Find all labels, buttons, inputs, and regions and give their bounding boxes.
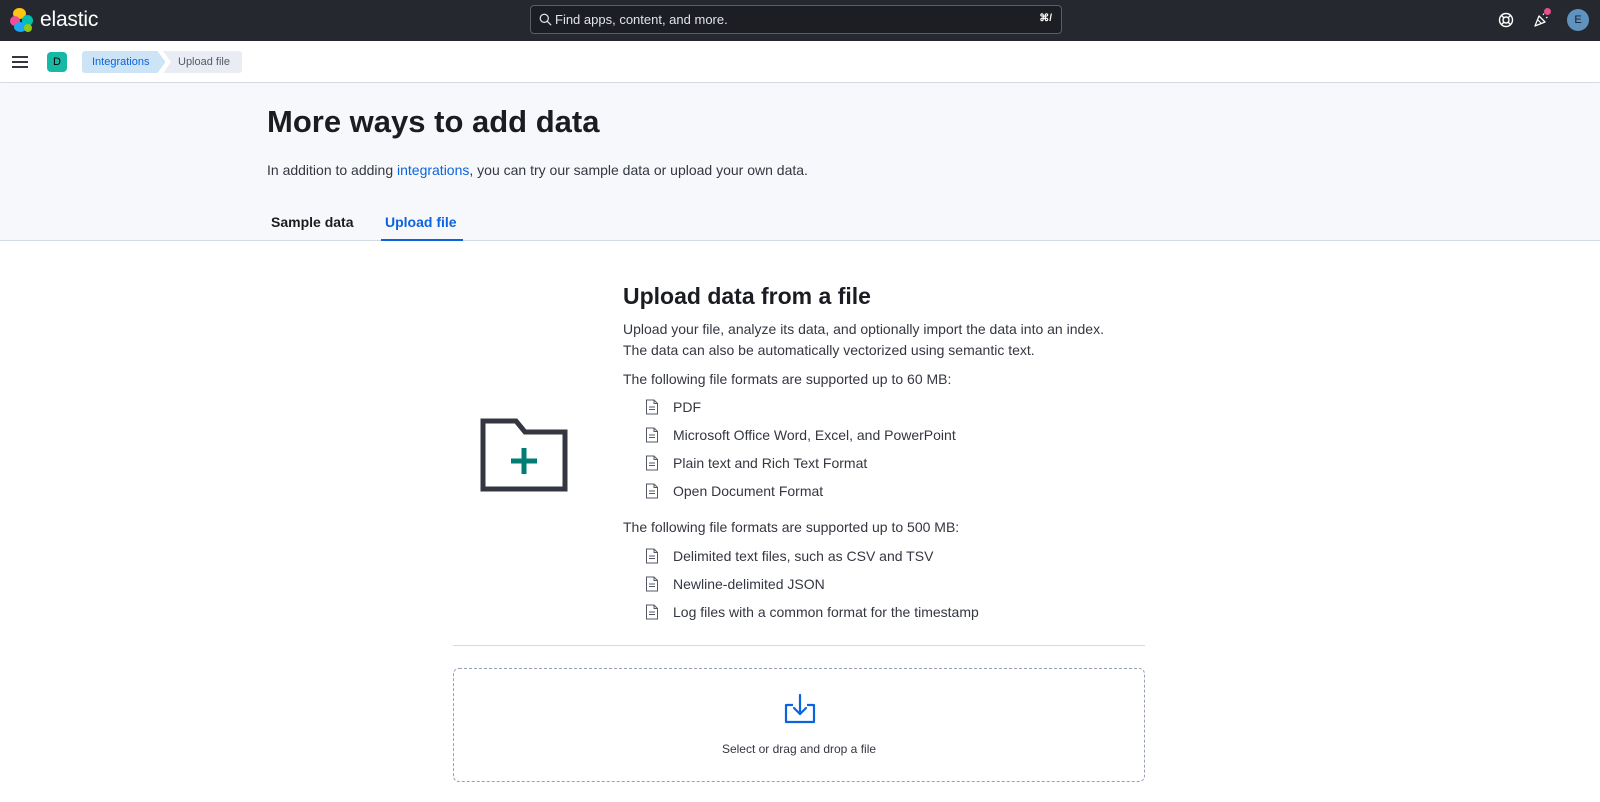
document-icon [646, 455, 658, 471]
list-item: Open Document Format [645, 481, 823, 501]
space-avatar[interactable]: D [47, 52, 67, 72]
page-description: In addition to adding integrations, you … [267, 162, 808, 178]
tab-sample-data[interactable]: Sample data [271, 214, 353, 241]
news-feed-button[interactable] [1531, 8, 1551, 30]
breadcrumb-integrations[interactable]: Integrations [82, 51, 165, 73]
group2-heading: The following file formats are supported… [623, 519, 960, 535]
document-icon [646, 399, 658, 415]
list-item: PDF [645, 397, 701, 417]
list-item: Newline-delimited JSON [645, 574, 825, 594]
tab-upload-file[interactable]: Upload file [381, 214, 463, 241]
file-dropzone[interactable]: Select or drag and drop a file [453, 668, 1145, 782]
integrations-link[interactable]: integrations [397, 162, 469, 178]
logo-text: elastic [40, 8, 99, 31]
list-item: Plain text and Rich Text Format [645, 453, 867, 473]
menu-button[interactable] [12, 54, 30, 70]
upload-intro-line2: The data can also be automatically vecto… [623, 342, 1035, 358]
page-title: More ways to add data [267, 104, 600, 139]
upload-intro-line1: Upload your file, analyze its data, and … [623, 321, 1104, 337]
document-icon [646, 483, 658, 499]
top-header: elastic ⌘/ E [0, 0, 1600, 41]
search-input[interactable] [555, 6, 1015, 33]
import-icon [784, 693, 816, 724]
search-icon [539, 13, 552, 26]
folder-add-icon [480, 418, 568, 492]
group1-heading: The following file formats are supported… [623, 371, 952, 387]
page-header: More ways to add data In addition to add… [0, 84, 1600, 241]
document-icon [646, 427, 658, 443]
breadcrumb-upload-file: Upload file [163, 51, 242, 73]
help-icon [1498, 12, 1514, 28]
list-item: Log files with a common format for the t… [645, 602, 979, 622]
help-button[interactable] [1496, 10, 1516, 30]
document-icon [646, 548, 658, 564]
notification-dot [1544, 8, 1551, 15]
search-shortcut: ⌘/ [1039, 13, 1052, 24]
upload-title: Upload data from a file [623, 283, 871, 309]
document-icon [646, 576, 658, 592]
document-icon [646, 604, 658, 620]
dropzone-label: Select or drag and drop a file [721, 742, 877, 756]
global-search[interactable]: ⌘/ [530, 5, 1062, 34]
user-avatar[interactable]: E [1567, 9, 1589, 31]
menu-icon [12, 56, 28, 58]
breadcrumb-bar: D Integrations Upload file [0, 41, 1600, 83]
divider [453, 645, 1145, 646]
list-item: Delimited text files, such as CSV and TS… [645, 546, 933, 566]
elastic-logo-icon [10, 8, 34, 32]
list-item: Microsoft Office Word, Excel, and PowerP… [645, 425, 956, 445]
elastic-logo[interactable]: elastic [10, 8, 98, 32]
